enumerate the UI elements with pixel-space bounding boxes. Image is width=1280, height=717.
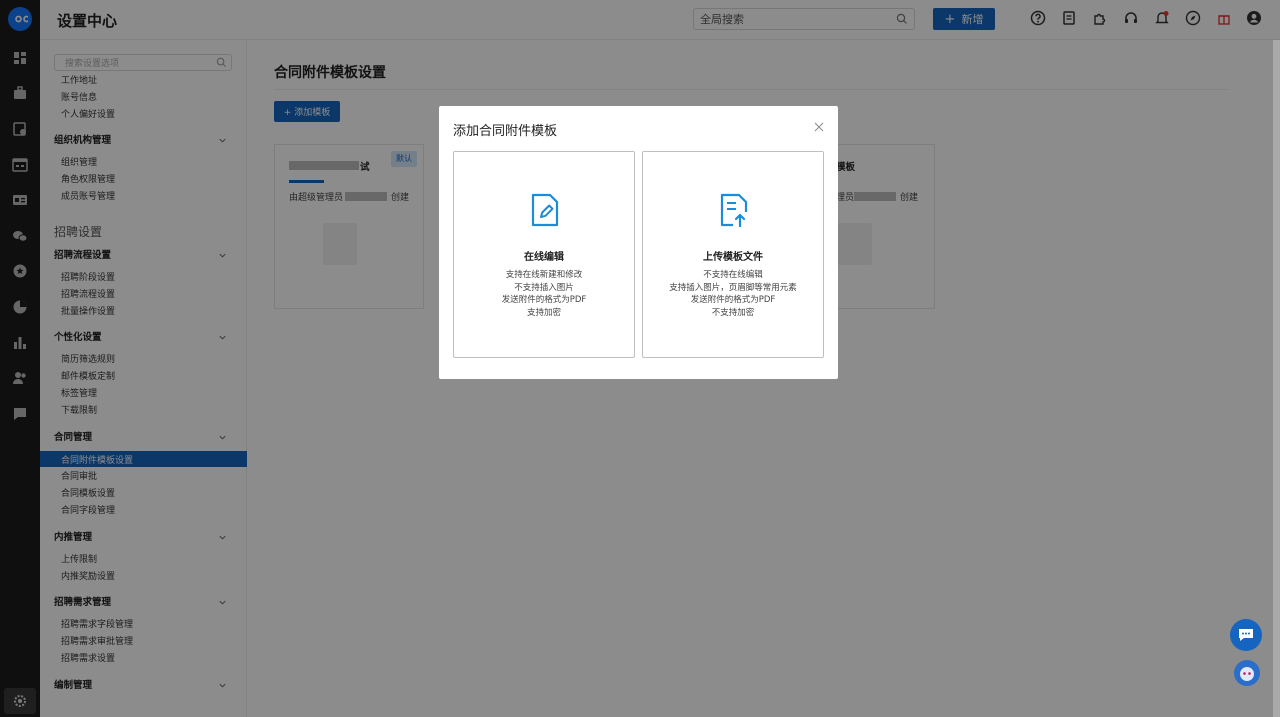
option-title: 在线编辑 [524,252,564,263]
option-line: 不支持加密 [711,307,755,318]
scrollbar[interactable] [1273,40,1280,717]
option-line: 发送附件的格式为PDF [690,295,776,305]
dialog-title: 添加合同附件模板 [453,124,558,139]
option-title: 上传模板文件 [703,252,763,263]
upload-document-icon [720,193,748,228]
close-icon[interactable] [814,122,824,132]
assistant-bot-button[interactable] [1234,660,1260,686]
option-description: 不支持在线编辑 支持插入图片，页眉脚等常用元素 发送附件的格式为PDF 不支持加… [643,269,823,319]
option-line: 支持加密 [526,307,561,318]
add-template-dialog: 添加合同附件模板 在线编辑 支持在线新建和修改 不支持插入图片 发送附件的格式为… [439,106,838,379]
edit-document-icon [531,193,559,227]
upload-template-option[interactable]: 上传模板文件 不支持在线编辑 支持插入图片，页眉脚等常用元素 发送附件的格式为P… [642,151,824,358]
option-line: 不支持在线编辑 [703,270,763,280]
chat-support-button[interactable] [1230,619,1262,651]
option-description: 支持在线新建和修改 不支持插入图片 发送附件的格式为PDF 支持加密 [454,269,634,319]
option-line: 发送附件的格式为PDF [501,295,587,305]
online-edit-option[interactable]: 在线编辑 支持在线新建和修改 不支持插入图片 发送附件的格式为PDF 支持加密 [453,151,635,358]
robot-icon [1240,667,1254,681]
option-line: 支持在线新建和修改 [505,270,583,280]
chat-icon [1239,629,1253,641]
option-line: 支持插入图片，页眉脚等常用元素 [669,282,797,293]
option-line: 不支持插入图片 [514,282,574,293]
